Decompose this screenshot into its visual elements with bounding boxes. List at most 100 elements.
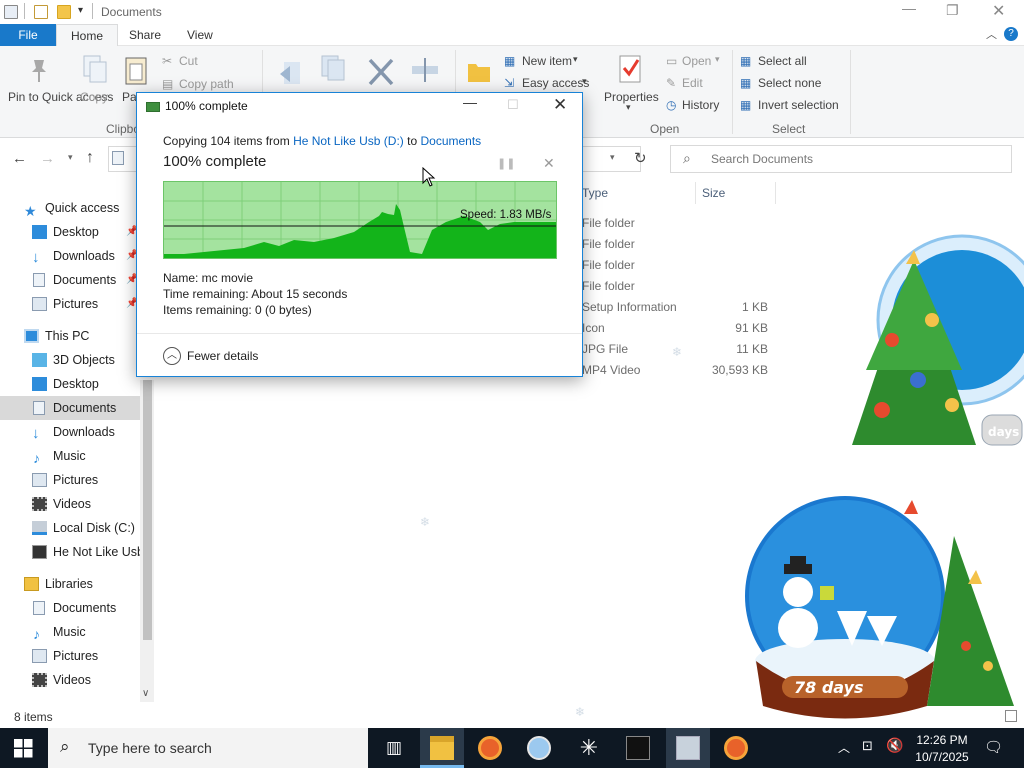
- delete-icon[interactable]: [366, 56, 396, 88]
- file-explorer-icon[interactable]: [430, 736, 454, 760]
- move-to-icon: [280, 62, 300, 84]
- close-button[interactable]: ✕: [992, 1, 1005, 21]
- new-folder-icon[interactable]: [57, 5, 71, 19]
- sidebar-item-label: Desktop: [53, 377, 99, 391]
- sidebar-item-desktop[interactable]: Desktop 📌: [0, 220, 140, 244]
- terminal-icon[interactable]: [626, 736, 650, 760]
- sidebar-item-videos[interactable]: Videos: [0, 492, 140, 516]
- tab-share[interactable]: Share: [115, 24, 175, 46]
- cut-button[interactable]: Cut: [179, 54, 198, 68]
- taskbar-clock-time[interactable]: 12:26 PM: [912, 733, 972, 747]
- invert-selection-button[interactable]: Invert selection: [758, 98, 839, 112]
- search-box[interactable]: ⌕ Search Documents: [670, 145, 1012, 173]
- sidebar-item-lib-music[interactable]: ♪ Music: [0, 620, 140, 644]
- scissors-icon: ✂: [162, 54, 173, 68]
- cancel-button[interactable]: ✕: [543, 155, 555, 172]
- sidebar-item-this-pc[interactable]: This PC: [0, 324, 140, 348]
- properties-button[interactable]: Properties: [604, 90, 659, 104]
- open-group-label: Open: [650, 122, 680, 136]
- chevron-down-icon[interactable]: ▾: [610, 152, 615, 163]
- easy-access-icon: ⇲: [504, 76, 515, 90]
- notifications-icon[interactable]: 🗨: [984, 738, 1003, 756]
- sidebar-item-documents[interactable]: Documents 📌: [0, 268, 140, 292]
- sidebar-item-documents-pc[interactable]: Documents: [0, 396, 140, 420]
- file-copy-app-icon[interactable]: [676, 736, 700, 760]
- rename-icon[interactable]: [410, 54, 440, 86]
- copy-path-button[interactable]: Copy path: [179, 77, 234, 91]
- sidebar-item-desktop-pc[interactable]: Desktop: [0, 372, 140, 396]
- sidebar-item-3d-objects[interactable]: 3D Objects: [0, 348, 140, 372]
- snowflake-app-icon[interactable]: ✳: [577, 736, 601, 760]
- new-folder-icon[interactable]: [464, 56, 494, 88]
- column-divider: [775, 182, 776, 204]
- documents-icon: [33, 601, 45, 615]
- sidebar-item-pictures[interactable]: Pictures 📌: [0, 292, 140, 316]
- pause-button[interactable]: ❚❚: [497, 157, 515, 170]
- properties-check-icon[interactable]: [34, 5, 48, 19]
- history-button[interactable]: History: [682, 98, 719, 112]
- sidebar-item-downloads-pc[interactable]: ↓ Downloads: [0, 420, 140, 444]
- source-link[interactable]: He Not Like Usb (D:): [293, 134, 404, 148]
- recent-locations-icon[interactable]: ▾: [68, 152, 73, 163]
- dialog-minimize-button[interactable]: —: [463, 94, 477, 110]
- sidebar-item-label: 3D Objects: [53, 353, 115, 367]
- dialog-maximize-button[interactable]: ☐: [507, 97, 519, 113]
- back-arrow-icon[interactable]: ←: [12, 150, 27, 167]
- maximize-button[interactable]: ❐: [946, 2, 959, 19]
- sidebar-item-lib-videos[interactable]: Videos: [0, 668, 140, 692]
- copy-summary: Copying 104 items from He Not Like Usb (…: [163, 134, 481, 148]
- firefox-icon[interactable]: [478, 736, 502, 760]
- sidebar-item-pictures-pc[interactable]: Pictures: [0, 468, 140, 492]
- up-arrow-icon[interactable]: ↑: [86, 149, 94, 167]
- sidebar-item-music[interactable]: ♪ Music: [0, 444, 140, 468]
- fewer-details-button[interactable]: ︿ Fewer details: [163, 347, 263, 367]
- easy-access-button[interactable]: Easy access: [522, 76, 589, 90]
- copy-summary-to: to: [407, 134, 418, 148]
- tab-view[interactable]: View: [173, 24, 227, 46]
- refresh-icon[interactable]: ↻: [634, 149, 647, 167]
- tab-home[interactable]: Home: [56, 24, 119, 46]
- tab-file[interactable]: File: [0, 24, 56, 46]
- paint-icon[interactable]: [527, 736, 551, 760]
- chevron-up-icon[interactable]: ︿: [838, 739, 850, 756]
- search-input[interactable]: Search Documents: [711, 152, 813, 166]
- sidebar-item-downloads[interactable]: ↓ Downloads 📌: [0, 244, 140, 268]
- divider: [732, 50, 733, 134]
- sidebar-item-lib-pictures[interactable]: Pictures: [0, 644, 140, 668]
- sidebar-item-quick-access[interactable]: ★ Quick access: [0, 196, 140, 220]
- collapse-ribbon-icon[interactable]: ︿: [986, 26, 997, 42]
- sidebar-item-local-disk[interactable]: Local Disk (C:): [0, 516, 140, 540]
- column-header-size[interactable]: Size: [702, 186, 725, 200]
- details-view-icon[interactable]: [1005, 710, 1017, 722]
- paste-button[interactable]: Pa: [122, 90, 137, 104]
- forward-arrow-icon[interactable]: →: [40, 150, 55, 167]
- sidebar-item-usb-drive[interactable]: He Not Like Usb: [0, 540, 144, 564]
- network-icon[interactable]: ⊡: [862, 738, 873, 754]
- open-button[interactable]: Open: [682, 54, 711, 68]
- volume-muted-icon[interactable]: 🔇: [886, 737, 903, 754]
- taskbar-clock-date[interactable]: 10/7/2025: [906, 750, 978, 764]
- minimize-button[interactable]: —: [902, 0, 916, 16]
- new-item-button[interactable]: New item: [522, 54, 572, 68]
- taskbar-search-box[interactable]: ⌕ Type here to search: [48, 728, 368, 768]
- firefox-icon[interactable]: [724, 736, 748, 760]
- select-none-button[interactable]: Select none: [758, 76, 821, 90]
- copy-button[interactable]: Copy: [80, 90, 108, 104]
- taskbar-search-input[interactable]: Type here to search: [88, 740, 212, 756]
- task-view-icon[interactable]: ▥: [382, 736, 406, 760]
- sidebar-item-label: Music: [53, 449, 86, 463]
- select-all-button[interactable]: Select all: [758, 54, 807, 68]
- chevron-down-icon: ▾: [626, 102, 631, 112]
- pin-quick-access-button[interactable]: Pin to Quick access: [8, 90, 113, 104]
- help-icon[interactable]: ?: [1004, 27, 1018, 41]
- sidebar-scrollbar-thumb[interactable]: [143, 380, 152, 640]
- column-header-type[interactable]: Type: [582, 186, 608, 200]
- scroll-down-icon[interactable]: ∨: [142, 688, 149, 699]
- chevron-down-icon[interactable]: ▾: [78, 5, 83, 16]
- dialog-close-button[interactable]: ✕: [553, 95, 567, 115]
- windows-start-icon[interactable]: [14, 739, 33, 758]
- sidebar-item-lib-documents[interactable]: Documents: [0, 596, 140, 620]
- destination-link[interactable]: Documents: [420, 134, 481, 148]
- sidebar-item-libraries[interactable]: Libraries: [0, 572, 140, 596]
- edit-button[interactable]: Edit: [682, 76, 703, 90]
